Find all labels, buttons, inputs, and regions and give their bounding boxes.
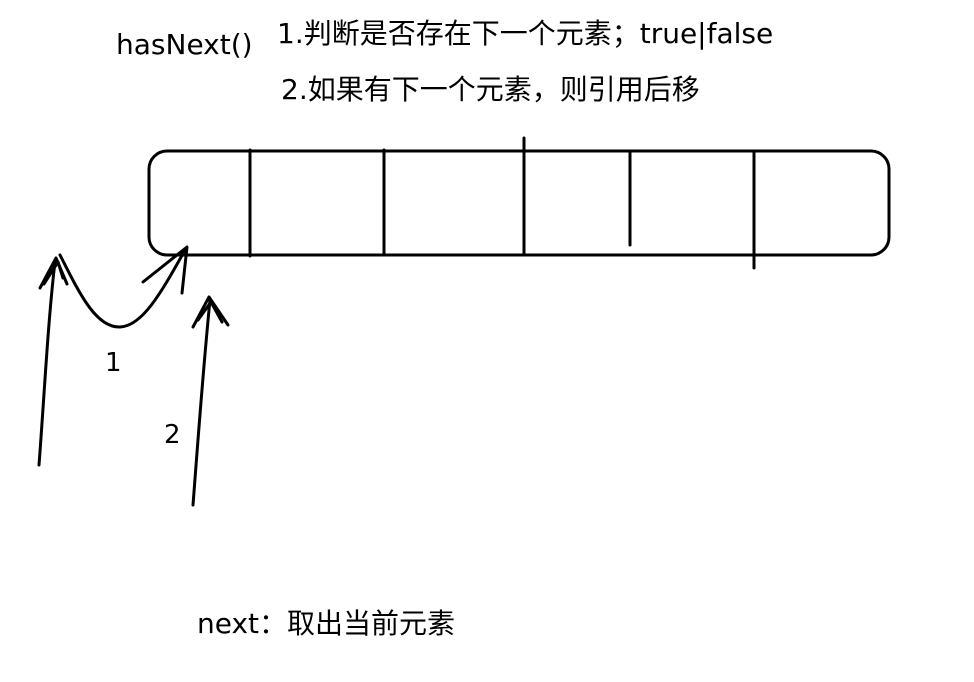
step-2-text: 2.如果有下一个元素，则引用后移 [281,73,700,106]
next-note: next：取出当前元素 [197,607,456,640]
arrow-label-1: 1 [105,348,122,378]
hasnext-title: hasNext() [116,28,253,61]
arrow-label-2: 2 [164,420,181,450]
collection-box [147,149,891,257]
step-1-text: 1.判断是否存在下一个元素；true|false [277,17,774,50]
cursor-arrow-right [191,298,212,507]
cursor-arrow-left [37,260,57,467]
move-curve [58,248,187,329]
